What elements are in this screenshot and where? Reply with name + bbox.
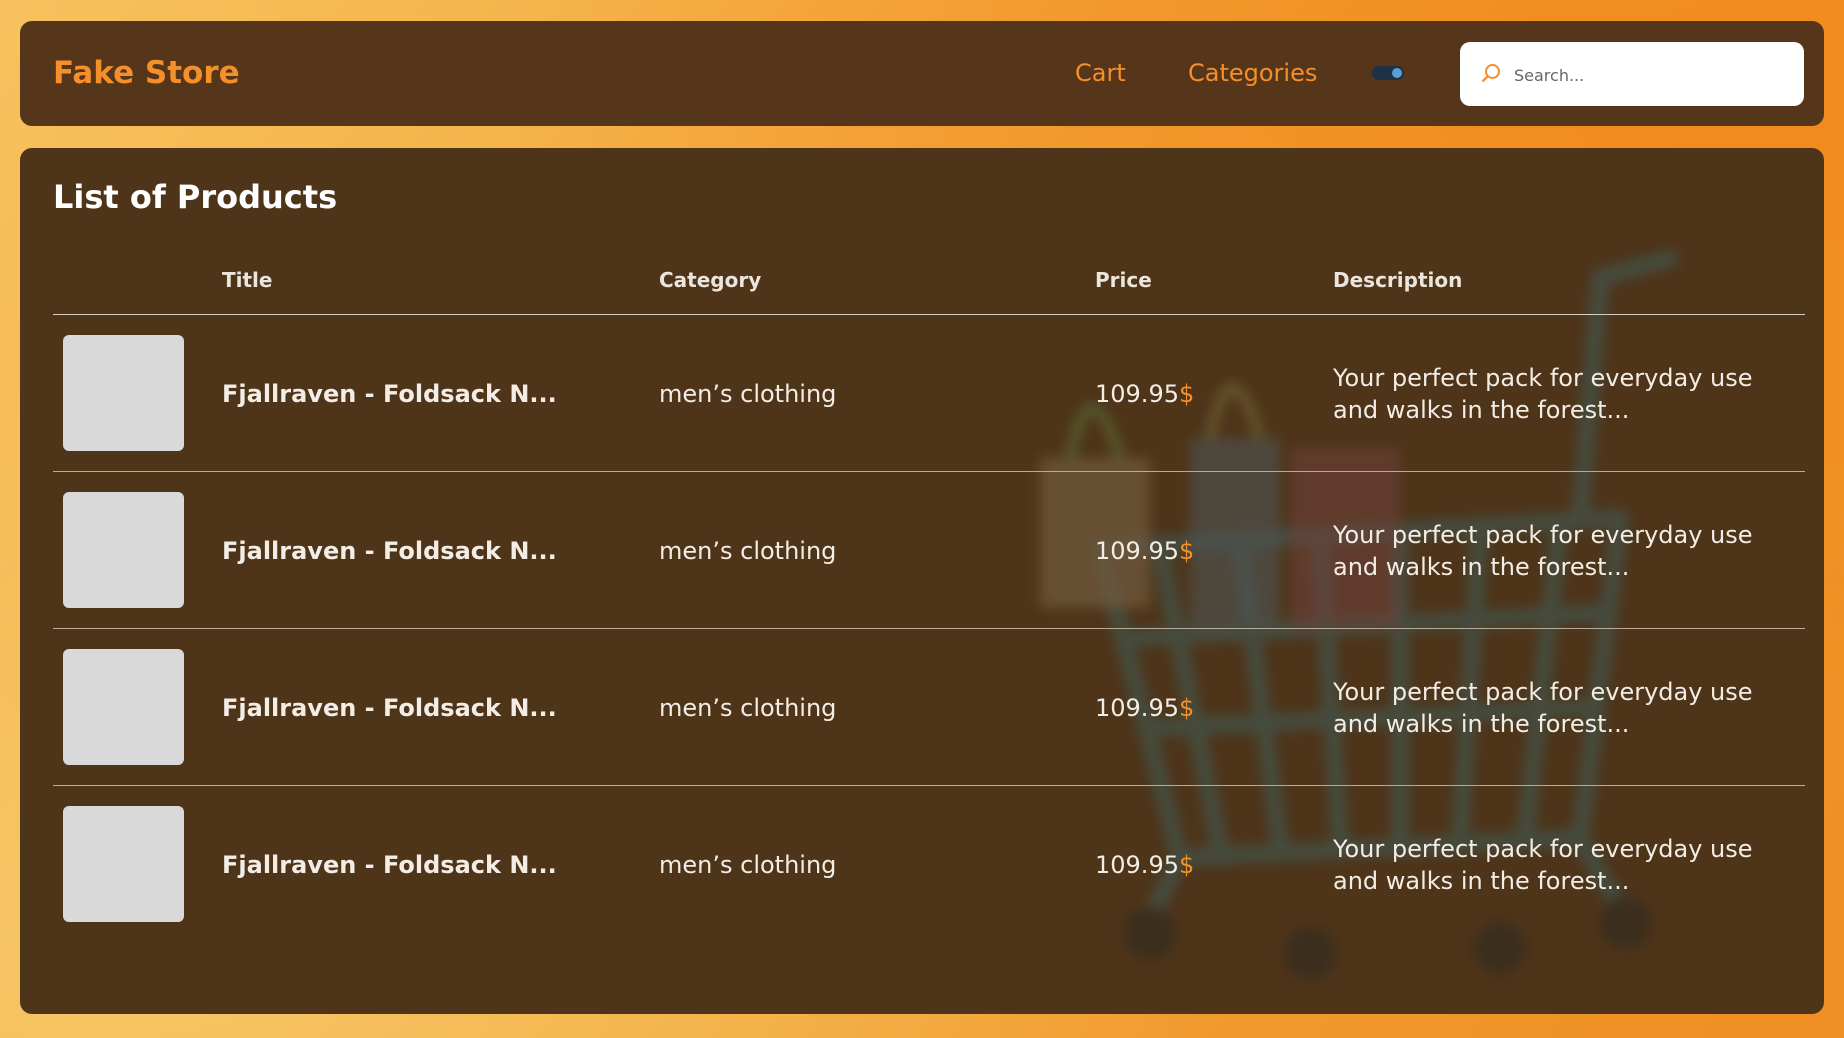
toggle-knob xyxy=(1392,68,1402,78)
theme-toggle[interactable] xyxy=(1372,66,1404,80)
column-header-category: Category xyxy=(659,268,762,292)
product-category: men’s clothing xyxy=(659,536,837,565)
product-title: Fjallraven - Foldsack N... xyxy=(222,693,557,722)
product-price: 109.95 $ xyxy=(1095,629,1275,786)
product-category: men’s clothing xyxy=(659,693,837,722)
product-description: Your perfect pack for everyday use and w… xyxy=(1333,677,1753,738)
currency-symbol: $ xyxy=(1178,693,1195,722)
page-title: List of Products xyxy=(53,178,338,216)
search-box[interactable] xyxy=(1460,42,1804,108)
product-table-body: Fjallraven - Foldsack N... men’s clothin… xyxy=(53,315,1805,943)
currency-symbol: $ xyxy=(1178,850,1195,879)
price-value: 109.95 xyxy=(1095,379,1179,408)
brand-logo[interactable]: Fake Store xyxy=(53,21,240,126)
column-header-title: Title xyxy=(222,268,273,292)
table-row[interactable]: Fjallraven - Foldsack N... men’s clothin… xyxy=(53,786,1805,943)
table-row[interactable]: Fjallraven - Foldsack N... men’s clothin… xyxy=(53,315,1805,472)
column-header-description: Description xyxy=(1333,268,1463,292)
price-value: 109.95 xyxy=(1095,850,1179,879)
products-panel: List of Products Title Category Price De… xyxy=(20,148,1824,1014)
product-description: Your perfect pack for everyday use and w… xyxy=(1333,363,1753,424)
product-description: Your perfect pack for everyday use and w… xyxy=(1333,520,1753,581)
price-value: 109.95 xyxy=(1095,693,1179,722)
search-input[interactable] xyxy=(1512,42,1786,108)
product-title: Fjallraven - Foldsack N... xyxy=(222,379,557,408)
column-header-price: Price xyxy=(1095,268,1152,292)
product-description: Your perfect pack for everyday use and w… xyxy=(1333,834,1753,895)
price-value: 109.95 xyxy=(1095,536,1179,565)
product-thumbnail[interactable] xyxy=(63,492,184,608)
nav-categories-link[interactable]: Categories xyxy=(1188,21,1317,126)
table-row[interactable]: Fjallraven - Foldsack N... men’s clothin… xyxy=(53,629,1805,786)
nav-cart-link[interactable]: Cart xyxy=(1075,21,1126,126)
product-title: Fjallraven - Foldsack N... xyxy=(222,850,557,879)
navbar: Fake Store Cart Categories xyxy=(20,21,1824,126)
product-price: 109.95 $ xyxy=(1095,786,1275,943)
search-icon xyxy=(1481,64,1500,83)
table-row[interactable]: Fjallraven - Foldsack N... men’s clothin… xyxy=(53,472,1805,629)
product-thumbnail[interactable] xyxy=(63,335,184,451)
product-price: 109.95 $ xyxy=(1095,315,1275,472)
product-price: 109.95 $ xyxy=(1095,472,1275,629)
product-thumbnail[interactable] xyxy=(63,806,184,922)
currency-symbol: $ xyxy=(1178,536,1195,565)
product-category: men’s clothing xyxy=(659,379,837,408)
product-thumbnail[interactable] xyxy=(63,649,184,765)
product-category: men’s clothing xyxy=(659,850,837,879)
currency-symbol: $ xyxy=(1178,379,1195,408)
product-title: Fjallraven - Foldsack N... xyxy=(222,536,557,565)
